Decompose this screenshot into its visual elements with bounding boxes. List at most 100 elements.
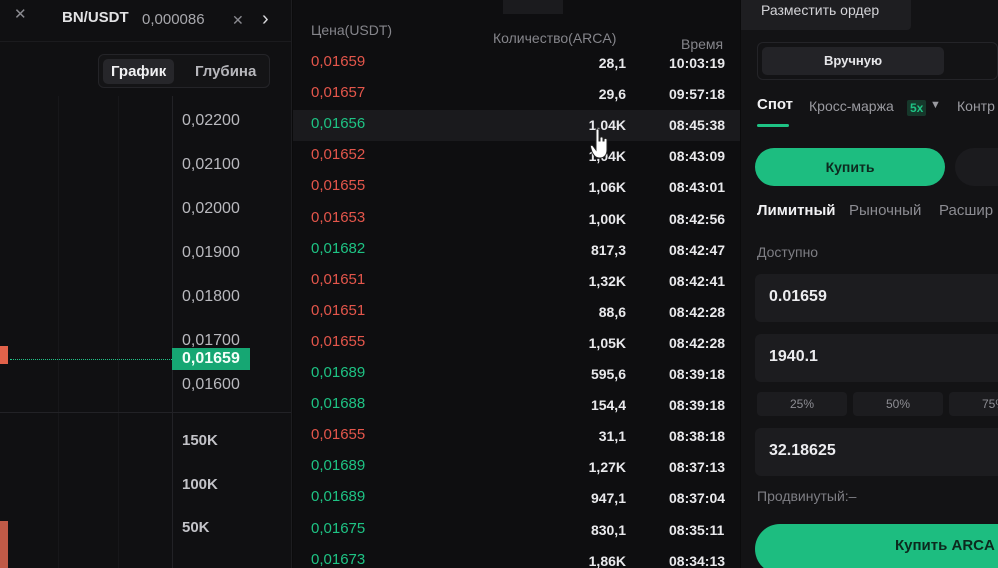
tab-limit[interactable]: Лимитный (757, 202, 836, 219)
price-input[interactable]: 0.01659 (755, 274, 998, 322)
trade-time: 08:39:18 (669, 397, 726, 414)
price-tick: 0,01600 (182, 376, 240, 393)
trade-price: 0,01682 (311, 239, 366, 257)
tab-advanced[interactable]: Расшир (939, 202, 993, 219)
trade-time: 10:03:19 (669, 55, 726, 71)
current-price-line (10, 359, 172, 360)
trade-time: 08:39:18 (669, 366, 726, 382)
chart-panel: ✕ BN/USDT 0,000086 ✕ › График Глубина 0,… (0, 0, 292, 568)
trade-row[interactable]: 0,01675 830,1 08:35:11 (293, 515, 740, 546)
buy-submit-button[interactable]: Купить ARCA (755, 524, 998, 568)
price-tick: 0,02200 (182, 112, 240, 129)
tab-chart[interactable]: График (103, 59, 175, 84)
trade-time: 08:38:18 (669, 428, 726, 445)
trade-row[interactable]: 0,01657 29,6 09:57:18 (293, 79, 740, 110)
order-type-tabs: Лимитный Рыночный Расшир (757, 202, 998, 224)
trade-quantity: 1,05K (588, 334, 626, 351)
current-price-tag: 0,01659 (172, 348, 250, 370)
column-header-price: Цена(USDT) (311, 22, 393, 38)
trade-row[interactable]: 0,01653 1,00K 08:42:56 (293, 204, 740, 235)
column-header-quantity: Количество(ARCA) (493, 30, 617, 46)
trade-row[interactable]: 0,01682 817,3 08:42:47 (293, 235, 740, 266)
trade-price: 0,01655 (311, 426, 366, 444)
trade-row[interactable]: 0,01655 31,1 08:38:18 (293, 421, 740, 452)
buy-tab[interactable]: Купить (755, 148, 945, 186)
chart-tab-bar: ✕ BN/USDT 0,000086 ✕ › (0, 0, 291, 42)
pair-price: 0,000086 (142, 11, 205, 28)
trade-row[interactable]: 0,01689 947,1 08:37:04 (293, 483, 740, 514)
caret-down-icon[interactable]: ▼ (930, 99, 941, 111)
trade-row[interactable]: 0,01651 88,6 08:42:28 (293, 297, 740, 328)
price-tick: 0,01800 (182, 288, 240, 305)
trade-quantity: 817,3 (590, 241, 626, 258)
trade-price: 0,01655 (311, 332, 366, 350)
trade-price: 0,01652 (311, 146, 366, 164)
trade-time: 08:42:28 (669, 303, 726, 320)
margin-mode-tabs: Спот Кросс-маржа 5x ▼ Контр (757, 96, 998, 128)
active-tab-indicator (757, 124, 789, 127)
price-tick: 0,01900 (182, 244, 240, 261)
close-icon[interactable]: ✕ (14, 5, 27, 23)
trade-row[interactable]: 0,01689 1,27K 08:37:13 (293, 452, 740, 483)
manual-button[interactable]: Вручную (762, 47, 944, 75)
order-panel: Разместить ордер Вручную Спот Кросс-марж… (741, 0, 998, 568)
trade-price: 0,01651 (311, 301, 366, 319)
trade-time: 08:34:13 (669, 552, 726, 568)
trade-row[interactable]: 0,01688 154,4 08:39:18 (293, 390, 740, 421)
candle (0, 346, 8, 364)
tab-market[interactable]: Рыночный (849, 202, 921, 219)
price-chart[interactable]: 0,02200 0,02100 0,02000 0,01900 0,01800 … (0, 96, 291, 568)
trade-price: 0,01689 (311, 457, 366, 475)
trade-price: 0,01689 (311, 488, 366, 506)
volume-tick: 100K (182, 476, 218, 493)
pair-name[interactable]: BN/USDT (62, 9, 129, 26)
chart-view-toggle: График Глубина (98, 54, 270, 88)
trade-price: 0,01689 (311, 364, 366, 381)
buy-submit-label: Купить ARCA (895, 537, 995, 554)
chevron-right-icon[interactable]: › (262, 8, 269, 31)
trade-quantity: 88,6 (598, 303, 626, 320)
trade-row[interactable]: 0,01651 1,32K 08:42:41 (293, 266, 740, 297)
amount-input[interactable]: 1940.1 (755, 334, 998, 382)
leverage-badge[interactable]: 5x (907, 100, 927, 116)
trade-price: 0,01651 (311, 270, 366, 288)
price-tick: 0,02000 (182, 200, 240, 217)
tab-depth[interactable]: Глубина (187, 59, 264, 84)
percent-button-75[interactable]: 75% (949, 392, 998, 416)
trade-time: 08:42:56 (669, 210, 726, 227)
trade-row[interactable]: 0,01659 28,1 10:03:19 (293, 48, 740, 79)
trade-time: 08:42:41 (669, 272, 726, 289)
total-input[interactable]: 32.18625 (755, 428, 998, 476)
trade-price: 0,01673 (311, 550, 366, 568)
trade-row[interactable]: 0,01652 1,04K 08:43:09 (293, 141, 740, 172)
percent-button-50[interactable]: 50% (853, 392, 943, 416)
close-icon[interactable]: ✕ (232, 12, 244, 29)
order-mode-toggle: Вручную (757, 42, 998, 80)
panel-tab-edge (503, 0, 563, 14)
amount-input-value: 1940.1 (769, 348, 818, 365)
trade-time: 08:43:01 (669, 179, 726, 196)
tab-spot[interactable]: Спот (757, 96, 793, 113)
order-header: Разместить ордер (741, 0, 911, 30)
trade-quantity: 154,4 (590, 397, 626, 414)
trade-row[interactable]: 0,01655 1,05K 08:42:28 (293, 328, 740, 359)
trade-row[interactable]: 0,01656 1,04K 08:45:38 (293, 110, 740, 142)
trade-price: 0,01675 (311, 519, 366, 537)
sell-tab[interactable] (955, 148, 998, 186)
trade-quantity: 31,1 (598, 428, 626, 445)
volume-tick: 50K (182, 519, 210, 536)
tab-contract[interactable]: Контр (957, 98, 995, 114)
trade-row[interactable]: 0,01689 595,6 08:39:18 (293, 359, 740, 390)
grid-line (118, 96, 119, 568)
available-label: Доступно (757, 244, 819, 260)
grid-line (58, 96, 59, 568)
trade-price: 0,01657 (311, 84, 366, 102)
trade-row[interactable]: 0,01673 1,86K 08:34:13 (293, 546, 740, 568)
trade-row[interactable]: 0,01655 1,06K 08:43:01 (293, 172, 740, 203)
trade-price: 0,01653 (311, 208, 366, 226)
trade-time: 08:35:11 (669, 521, 725, 538)
trade-quantity: 595,6 (590, 366, 626, 382)
tab-cross-margin[interactable]: Кросс-маржа (809, 98, 894, 114)
percent-button-25[interactable]: 25% (757, 392, 847, 416)
hand-cursor-icon (590, 128, 608, 159)
